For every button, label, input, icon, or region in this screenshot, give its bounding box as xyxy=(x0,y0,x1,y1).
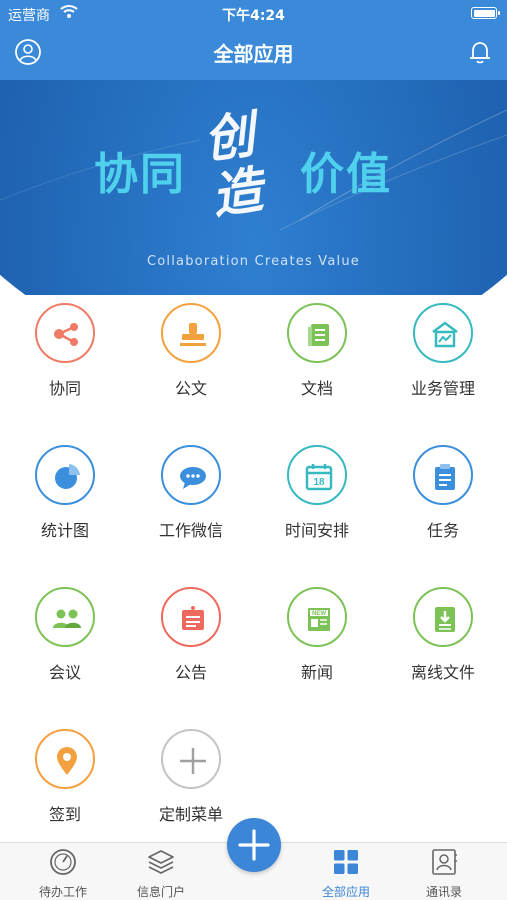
svg-text:18: 18 xyxy=(313,477,325,488)
tab-label: 全部应用 xyxy=(321,885,370,899)
page-title: 全部应用 xyxy=(213,42,294,66)
pie-chart-icon xyxy=(55,464,80,489)
app-icon-circle xyxy=(161,303,221,363)
app-label: 时间安排 xyxy=(284,521,349,540)
app-gonggao[interactable]: 公告 xyxy=(128,587,254,717)
chat-icon xyxy=(180,467,206,489)
app-gongzuoweixin[interactable]: 工作微信 xyxy=(128,445,254,575)
location-pin-icon xyxy=(57,747,77,775)
stamp-icon xyxy=(180,323,206,346)
gauge-icon xyxy=(50,849,76,875)
app-label: 公告 xyxy=(174,663,207,682)
app-label: 签到 xyxy=(48,805,81,824)
app-label: 文档 xyxy=(300,379,333,398)
battery-icon xyxy=(471,7,500,19)
app-icon-circle xyxy=(35,729,95,789)
banner: 协同 创造 价值 Collaboration Creates Value xyxy=(0,80,507,295)
bell-icon[interactable] xyxy=(466,38,494,66)
tab-label: 通讯录 xyxy=(425,885,462,899)
plus-icon xyxy=(180,748,206,774)
app-label: 协同 xyxy=(48,379,81,398)
app-icon-circle xyxy=(161,729,221,789)
status-bar: 运营商 下午4:24 xyxy=(0,0,507,26)
app-renwu[interactable]: 任务 xyxy=(380,445,506,575)
contacts-icon xyxy=(432,849,457,875)
tab-xinximenhu[interactable]: 信息门户 xyxy=(111,843,211,900)
app-label: 新闻 xyxy=(300,663,333,682)
app-label: 任务 xyxy=(426,521,459,540)
document-icon xyxy=(308,324,329,346)
people-icon xyxy=(53,609,81,628)
app-label: 会议 xyxy=(48,663,81,682)
download-file-icon xyxy=(435,607,455,632)
app-label: 工作微信 xyxy=(158,521,223,540)
share-icon xyxy=(54,323,78,346)
bulletin-icon xyxy=(182,606,204,630)
app-qiandao[interactable]: 签到 xyxy=(2,729,128,859)
app-yewuguanli[interactable]: 业务管理 xyxy=(380,303,506,433)
grid-icon xyxy=(334,850,358,874)
status-time: 下午4:24 xyxy=(222,8,285,24)
app-label: 离线文件 xyxy=(410,663,475,682)
business-chart-icon xyxy=(432,321,458,348)
tab-tongxunlu[interactable]: 通讯录 xyxy=(394,843,494,900)
app-label: 公文 xyxy=(174,379,207,398)
app-icon-circle xyxy=(35,445,95,505)
app-shijiananpai[interactable]: 18 时间安排 xyxy=(254,445,380,575)
app-icon-circle xyxy=(413,587,473,647)
top-header: 运营商 下午4:24 全部应用 xyxy=(0,0,507,80)
app-huiyi[interactable]: 会议 xyxy=(2,587,128,717)
app-lixianwenjian[interactable]: 离线文件 xyxy=(380,587,506,717)
app-icon-circle xyxy=(161,445,221,505)
app-label: 统计图 xyxy=(40,521,89,540)
tab-label: 待办工作 xyxy=(38,885,87,899)
banner-text-left: 协同 xyxy=(94,149,186,200)
add-button[interactable] xyxy=(227,818,281,872)
clipboard-icon xyxy=(435,464,455,490)
app-icon-circle xyxy=(413,445,473,505)
layers-icon xyxy=(148,850,174,874)
app-icon-circle xyxy=(35,587,95,647)
app-icon-circle xyxy=(161,587,221,647)
calendar-icon: 18 xyxy=(305,464,333,491)
app-xinwen[interactable]: NEW 新闻 xyxy=(254,587,380,717)
app-icon-circle xyxy=(287,303,347,363)
app-icon-circle: NEW xyxy=(287,587,347,647)
tab-daiban[interactable]: 待办工作 xyxy=(13,843,113,900)
banner-subtitle: Collaboration Creates Value xyxy=(147,254,360,269)
app-xietong[interactable]: 协同 xyxy=(2,303,128,433)
app-label: 业务管理 xyxy=(410,379,475,398)
app-icon-circle: 18 xyxy=(287,445,347,505)
tab-label: 信息门户 xyxy=(136,885,185,899)
app-gongwen[interactable]: 公文 xyxy=(128,303,254,433)
newspaper-icon: NEW xyxy=(308,608,330,631)
app-tongjitu[interactable]: 统计图 xyxy=(2,445,128,575)
app-icon-circle xyxy=(413,303,473,363)
plus-icon xyxy=(238,829,270,861)
tab-quanbuyingyong[interactable]: 全部应用 xyxy=(296,843,396,900)
app-wendang[interactable]: 文档 xyxy=(254,303,380,433)
banner-text-right: 价值 xyxy=(300,149,392,200)
app-icon-circle xyxy=(35,303,95,363)
svg-text:NEW: NEW xyxy=(312,611,326,617)
